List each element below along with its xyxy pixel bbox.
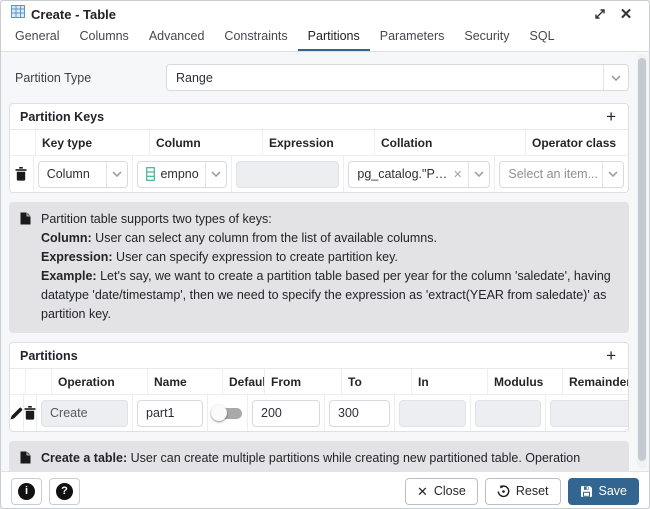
info-intro: Partition table supports two types of ke…: [41, 210, 617, 229]
partition-key-row: Column empno pg_catalog."POS: [10, 156, 628, 192]
chevron-down-icon: [112, 171, 122, 177]
partitions-tab-content: Partition Type Range Partition Keys + Ke…: [1, 52, 649, 471]
resize-expand-icon[interactable]: [587, 4, 613, 24]
column-icon: [146, 167, 155, 181]
reset-button[interactable]: Reset: [485, 478, 561, 505]
chevron-down-icon: [608, 171, 618, 177]
table-icon: [11, 5, 25, 23]
reset-icon: [497, 485, 510, 498]
partitions-title: Partitions: [20, 349, 78, 363]
tab-security[interactable]: Security: [454, 25, 519, 51]
edit-row-icon[interactable]: [10, 407, 23, 420]
expression-input[interactable]: [236, 161, 339, 188]
tab-constraints[interactable]: Constraints: [214, 25, 297, 51]
column-select[interactable]: empno: [137, 161, 227, 188]
key-type-select[interactable]: Column: [38, 161, 129, 188]
chevron-down-icon: [211, 171, 221, 177]
sql-help-button[interactable]: i: [11, 478, 42, 505]
close-icon[interactable]: ✕: [613, 4, 639, 24]
partition-keys-info-box: Partition table supports two types of ke…: [9, 202, 629, 333]
partition-row: [10, 395, 628, 431]
col-header-name: Name: [148, 369, 223, 394]
info-line: Expression: User can specify expression …: [41, 248, 617, 267]
modulus-input[interactable]: [475, 400, 541, 427]
to-input[interactable]: [329, 400, 390, 427]
col-header-to: To: [342, 369, 412, 394]
operation-input[interactable]: [41, 400, 128, 427]
tab-sql[interactable]: SQL: [520, 25, 565, 51]
info-icon: i: [18, 483, 35, 500]
chevron-down-icon: [611, 75, 621, 81]
dialog-tabs: General Columns Advanced Constraints Par…: [1, 27, 649, 52]
info-line: Column: User can select any column from …: [41, 229, 617, 248]
col-header-in: In: [412, 369, 488, 394]
partition-type-value: Range: [176, 71, 597, 85]
dialog-help-button[interactable]: ?: [49, 478, 80, 505]
document-icon: [20, 212, 31, 225]
title-bar: Create - Table ✕: [1, 1, 649, 27]
chevron-down-icon: [474, 171, 484, 177]
close-x-icon: ✕: [417, 485, 428, 498]
save-button[interactable]: Save: [568, 478, 640, 505]
dialog-title: Create - Table: [31, 7, 116, 22]
col-header-default: Default: [223, 369, 265, 394]
info-line: Create a table: User can create multiple…: [41, 449, 617, 471]
col-header-from: From: [265, 369, 342, 394]
col-header-expression: Expression: [263, 130, 375, 155]
col-header-operation: Operation: [52, 369, 148, 394]
partition-keys-header-row: Key type Column Expression Collation Ope…: [10, 130, 628, 156]
question-icon: ?: [56, 483, 73, 500]
partition-keys-panel: Partition Keys + Key type Column Express…: [9, 103, 629, 193]
partition-name-input[interactable]: [137, 400, 203, 427]
delete-row-icon[interactable]: [24, 406, 36, 420]
info-line: Example: Let's say, we want to create a …: [41, 267, 617, 324]
default-toggle[interactable]: [211, 404, 244, 422]
tab-advanced[interactable]: Advanced: [139, 25, 215, 51]
remainder-input[interactable]: [550, 400, 629, 427]
tab-general[interactable]: General: [5, 25, 69, 51]
partitions-info-box: Create a table: User can create multiple…: [9, 441, 629, 471]
add-partition-key-button[interactable]: +: [604, 108, 618, 125]
col-header-key-type: Key type: [36, 130, 150, 155]
vertical-scrollbar[interactable]: [637, 54, 647, 469]
partitions-panel: Partitions + Operation Name Default From…: [9, 342, 629, 432]
col-header-operator-class: Operator class: [526, 130, 628, 155]
partitions-header-row: Operation Name Default From To In Modulu…: [10, 369, 628, 395]
collation-select[interactable]: pg_catalog."POSIX" ✕: [348, 161, 490, 188]
col-header-column: Column: [150, 130, 263, 155]
document-icon: [20, 451, 31, 464]
create-table-dialog: Create - Table ✕ General Columns Advance…: [0, 0, 650, 509]
close-button[interactable]: ✕ Close: [405, 478, 478, 505]
partition-type-label: Partition Type: [15, 71, 166, 85]
save-icon: [580, 485, 593, 498]
delete-row-icon[interactable]: [15, 167, 27, 181]
operator-class-select[interactable]: Select an item...: [499, 161, 624, 188]
tab-columns[interactable]: Columns: [69, 25, 138, 51]
in-input[interactable]: [399, 400, 466, 427]
col-header-modulus: Modulus: [488, 369, 563, 394]
partition-type-select[interactable]: Range: [166, 64, 629, 91]
from-input[interactable]: [252, 400, 320, 427]
partition-keys-title: Partition Keys: [20, 110, 104, 124]
col-header-collation: Collation: [375, 130, 526, 155]
col-header-remainder: Remainder: [563, 369, 628, 394]
tab-partitions[interactable]: Partitions: [298, 25, 370, 51]
dialog-footer: i ? ✕ Close Reset Save: [1, 471, 649, 509]
clear-selection-icon[interactable]: ✕: [453, 168, 462, 181]
tab-parameters[interactable]: Parameters: [370, 25, 455, 51]
add-partition-button[interactable]: +: [604, 347, 618, 364]
